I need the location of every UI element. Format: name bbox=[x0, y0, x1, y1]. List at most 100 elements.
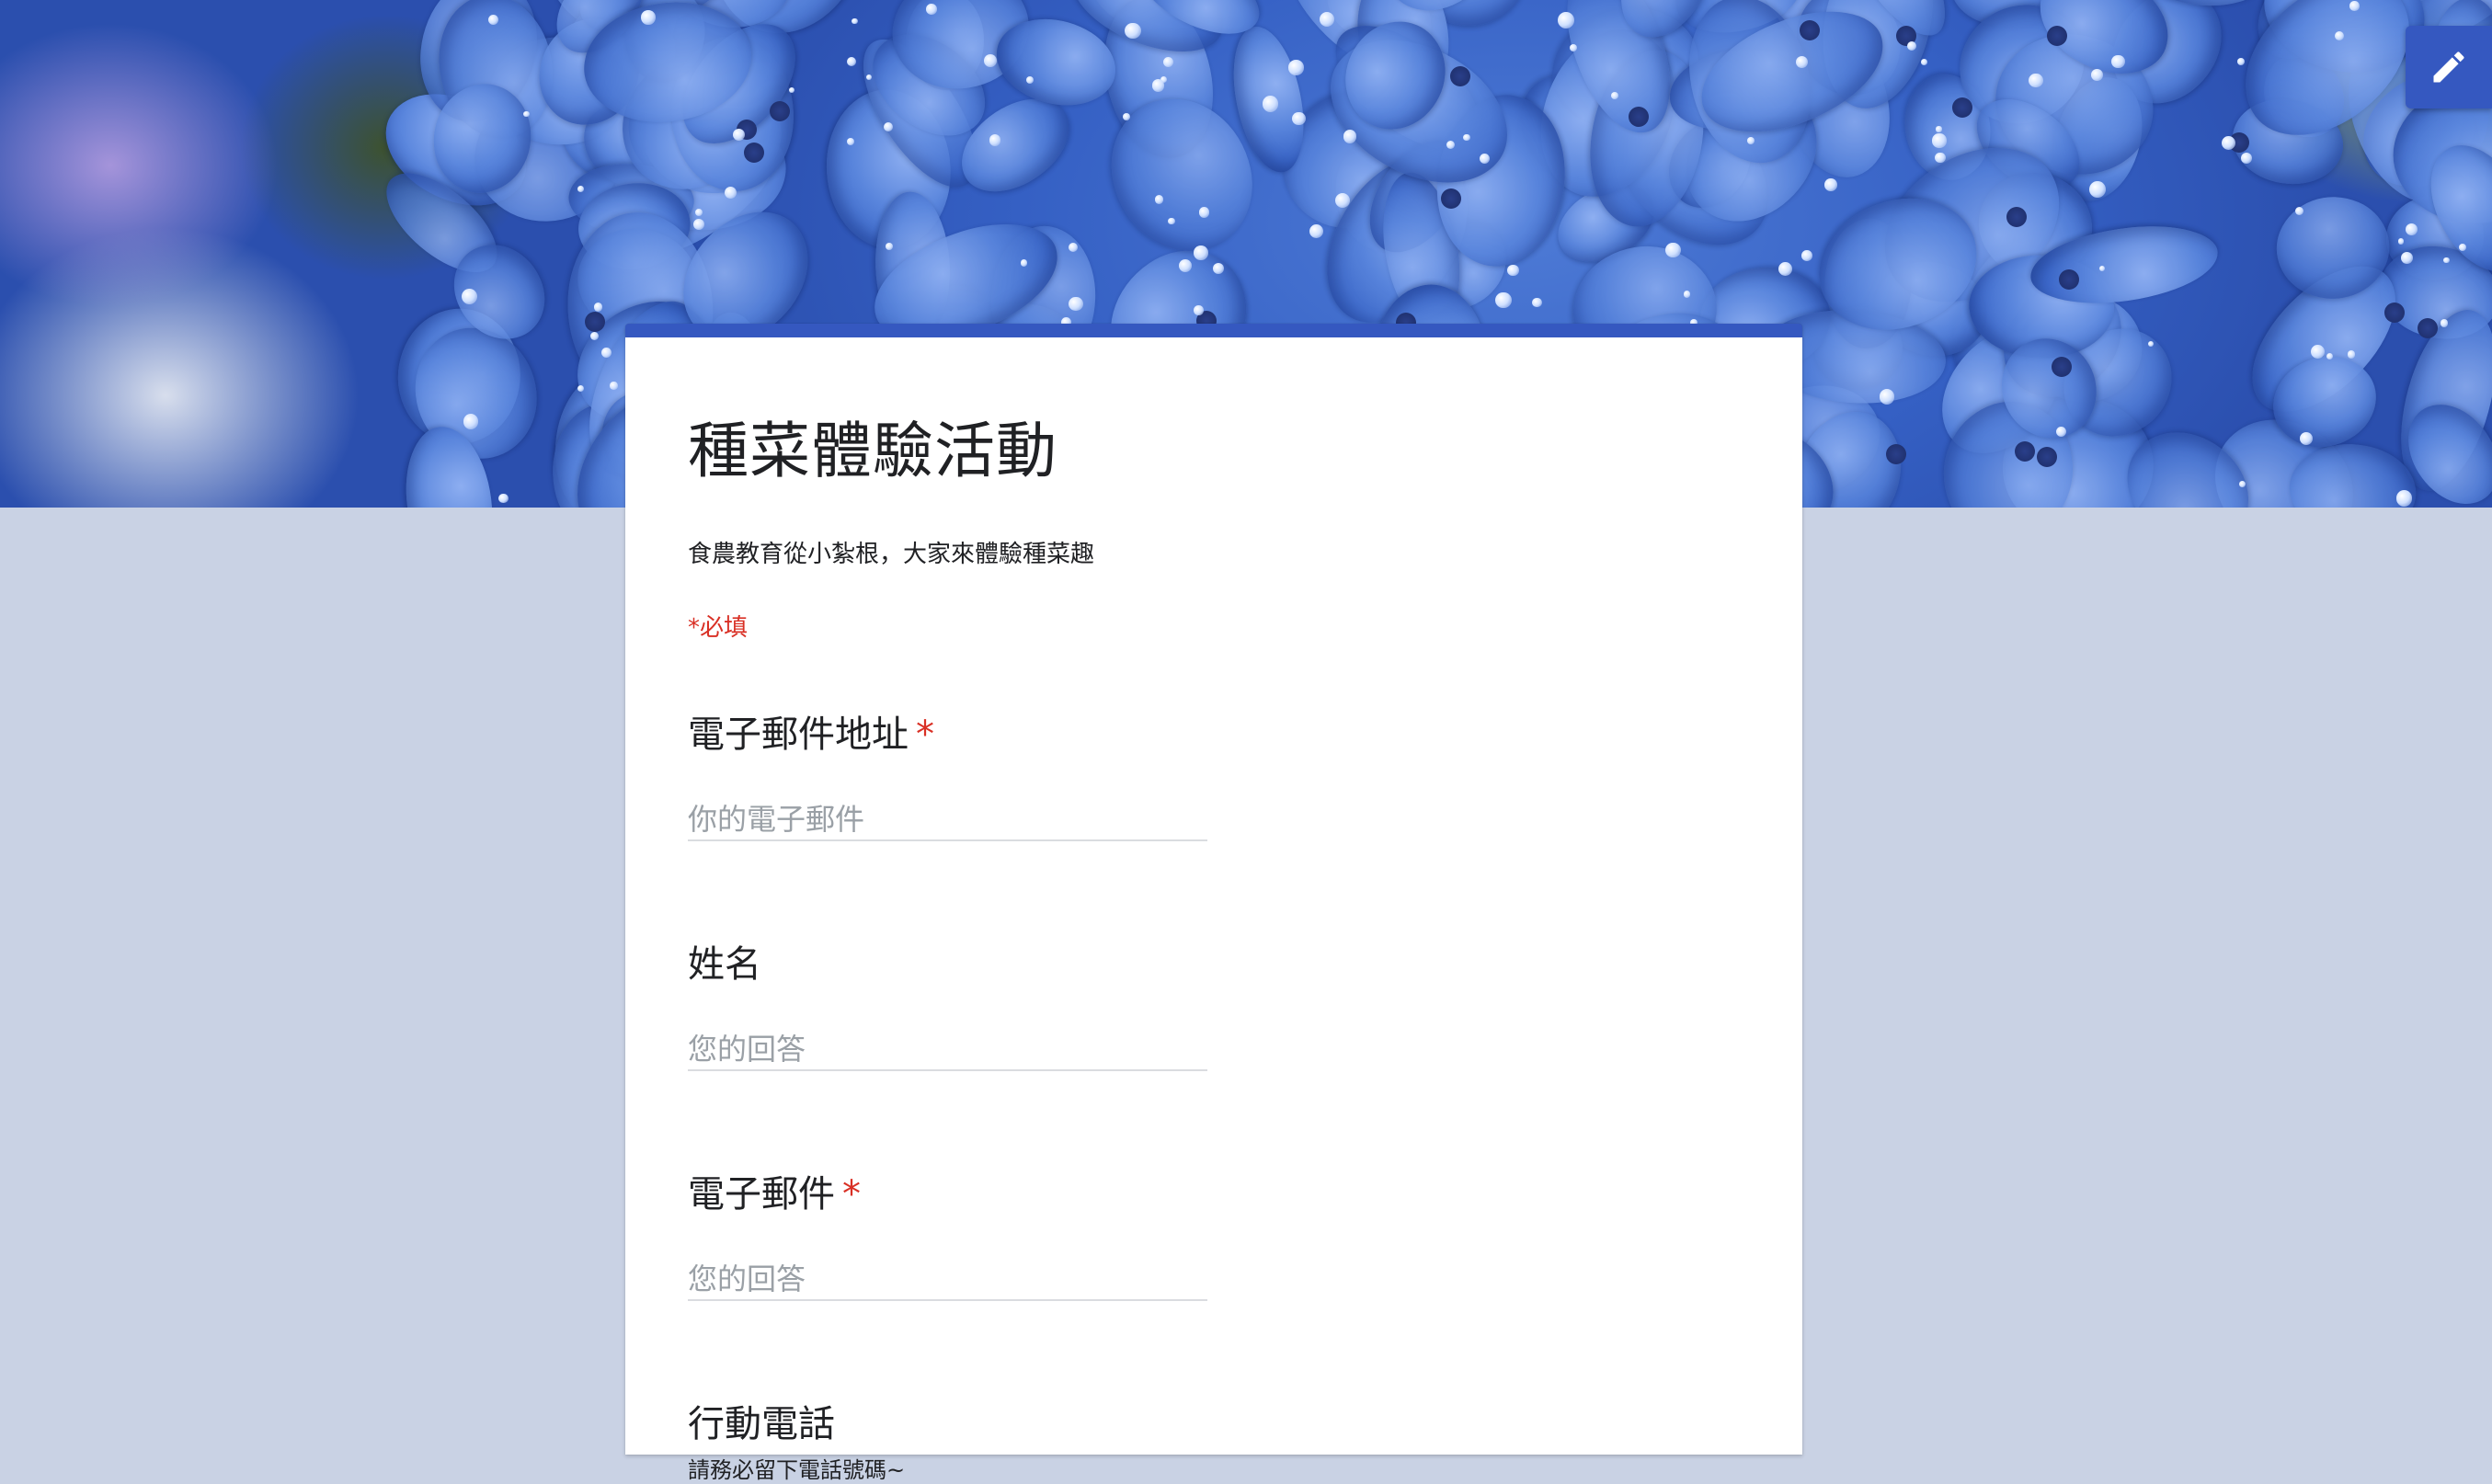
water-droplet bbox=[2458, 244, 2466, 251]
flower-center bbox=[2014, 440, 2035, 462]
question-title: 姓名 bbox=[688, 942, 1736, 987]
water-droplet bbox=[1155, 195, 1164, 204]
water-droplet bbox=[1921, 59, 1927, 65]
flower-center bbox=[1629, 106, 1650, 127]
water-droplet bbox=[694, 209, 703, 217]
water-droplet bbox=[846, 57, 856, 67]
water-droplet bbox=[2395, 490, 2412, 507]
water-droplet bbox=[610, 382, 618, 390]
water-droplet bbox=[463, 414, 479, 429]
name-input[interactable] bbox=[688, 1029, 1207, 1071]
water-droplet bbox=[1795, 55, 1808, 68]
question-email: 電子郵件 * bbox=[688, 1172, 1736, 1301]
water-droplet bbox=[2090, 69, 2103, 81]
water-droplet bbox=[2239, 481, 2246, 487]
water-droplet bbox=[2440, 319, 2449, 327]
water-droplet bbox=[1801, 249, 1812, 261]
water-droplet bbox=[1936, 126, 1942, 132]
flower-center bbox=[744, 142, 765, 163]
form-description: 食農教育從小紮根，大家來體驗種菜趣 bbox=[688, 541, 1095, 568]
water-droplet bbox=[2029, 73, 2043, 88]
question-label: 電子郵件地址 bbox=[688, 713, 909, 756]
email-address-input[interactable] bbox=[688, 799, 1207, 841]
flower-center bbox=[2036, 446, 2057, 467]
question-title: 電子郵件地址 * bbox=[688, 713, 1736, 757]
question-title: 行動電話 bbox=[688, 1402, 1736, 1446]
question-label: 行動電話 bbox=[688, 1403, 835, 1445]
water-droplet bbox=[1879, 388, 1895, 405]
water-droplet bbox=[725, 187, 737, 199]
water-droplet bbox=[498, 493, 509, 504]
flower-center bbox=[1799, 19, 1820, 40]
water-droplet bbox=[1151, 79, 1165, 92]
water-droplet bbox=[1262, 96, 1279, 113]
water-droplet bbox=[1069, 297, 1083, 312]
water-droplet bbox=[2240, 153, 2252, 165]
water-droplet bbox=[1557, 12, 1574, 29]
question-label: 電子郵件 bbox=[688, 1173, 835, 1216]
water-droplet bbox=[600, 347, 612, 358]
flower-center bbox=[1450, 66, 1471, 87]
water-droplet bbox=[1125, 22, 1141, 40]
water-droplet bbox=[1319, 11, 1334, 27]
required-note: *必填 bbox=[688, 614, 749, 642]
question-label: 姓名 bbox=[688, 943, 761, 986]
water-droplet bbox=[732, 129, 745, 142]
water-droplet bbox=[926, 3, 937, 15]
water-droplet bbox=[1292, 111, 1306, 126]
flower-center bbox=[2058, 268, 2079, 290]
flower-center bbox=[2052, 356, 2073, 377]
water-droplet bbox=[1532, 297, 1542, 308]
water-droplet bbox=[1610, 92, 1618, 99]
pencil-icon bbox=[2433, 51, 2464, 83]
water-droplet bbox=[2349, 1, 2360, 11]
water-droplet bbox=[1068, 242, 1078, 252]
water-droplet bbox=[577, 186, 584, 192]
water-droplet bbox=[852, 18, 858, 25]
required-asterisk: * bbox=[916, 713, 934, 756]
water-droplet bbox=[1178, 259, 1192, 273]
water-droplet bbox=[1194, 304, 1204, 315]
question-mobile-phone: 行動電話 請務必留下電話號碼~ bbox=[688, 1402, 1736, 1483]
water-droplet bbox=[1020, 259, 1028, 267]
question-email-address: 電子郵件地址 * bbox=[688, 713, 1736, 841]
form-title: 種菜體驗活動 bbox=[688, 416, 1057, 486]
water-droplet bbox=[1935, 152, 1946, 164]
water-droplet bbox=[1288, 60, 1304, 75]
flower-center bbox=[2046, 25, 2067, 46]
water-droplet bbox=[1194, 245, 1208, 260]
water-droplet bbox=[1168, 217, 1175, 225]
water-droplet bbox=[1162, 56, 1173, 67]
flower-center bbox=[1886, 444, 1907, 465]
flower-center bbox=[2418, 317, 2439, 338]
email-input[interactable] bbox=[688, 1259, 1207, 1301]
water-droplet bbox=[2089, 180, 2106, 198]
water-droplet bbox=[2236, 58, 2245, 66]
question-helper-text: 請務必留下電話號碼~ bbox=[688, 1457, 906, 1483]
water-droplet bbox=[1309, 223, 1324, 239]
water-droplet bbox=[1932, 133, 1947, 148]
question-name: 姓名 bbox=[688, 942, 1736, 1071]
form-card: 種菜體驗活動 食農教育從小紮根，大家來體驗種菜趣 *必填 電子郵件地址* 姓名 … bbox=[625, 324, 1802, 1483]
water-droplet bbox=[462, 288, 478, 304]
water-droplet bbox=[989, 134, 1000, 146]
water-droplet bbox=[1824, 178, 1837, 191]
flower-center bbox=[1441, 188, 1462, 209]
water-droplet bbox=[1665, 243, 1681, 258]
water-droplet bbox=[2443, 257, 2450, 264]
water-droplet bbox=[2111, 54, 2125, 69]
water-droplet bbox=[1446, 140, 1456, 149]
water-droplet bbox=[1334, 192, 1350, 208]
flower-center bbox=[2006, 207, 2027, 228]
water-droplet bbox=[641, 10, 657, 25]
water-droplet bbox=[983, 54, 997, 68]
edit-form-button[interactable] bbox=[2406, 26, 2492, 108]
water-droplet bbox=[2294, 206, 2303, 215]
flower-center bbox=[2383, 302, 2405, 323]
water-droplet bbox=[789, 86, 795, 93]
water-droplet bbox=[523, 110, 530, 118]
water-droplet bbox=[1778, 261, 1793, 276]
question-title: 電子郵件 * bbox=[688, 1172, 1736, 1216]
water-droplet bbox=[1746, 136, 1755, 144]
water-droplet bbox=[2348, 350, 2356, 359]
